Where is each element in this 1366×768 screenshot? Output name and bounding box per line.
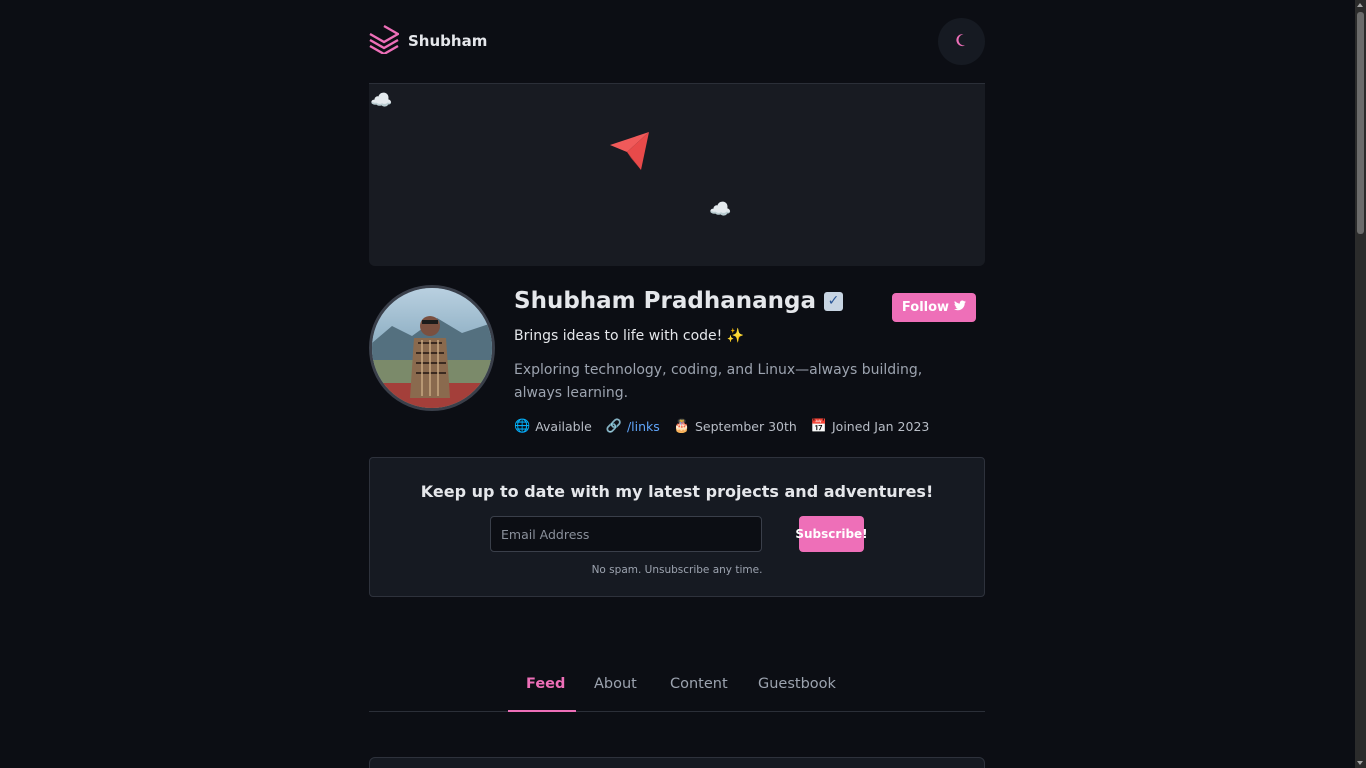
newsletter-title: Keep up to date with my latest projects … (420, 482, 934, 501)
meta-status: 🌐 Available (514, 419, 592, 434)
tab-about[interactable]: About (594, 676, 637, 708)
feed-card (369, 757, 985, 768)
meta-birthday: 🎂 September 30th (674, 419, 797, 434)
profile-avatar (369, 285, 495, 411)
newsletter-note: No spam. Unsubscribe any time. (591, 564, 763, 576)
scroll-up-icon[interactable] (1357, 3, 1363, 7)
moon-icon (954, 32, 970, 52)
follow-label: Follow (901, 300, 950, 315)
tab-feed[interactable]: Feed (526, 676, 565, 708)
profile-meta: 🌐 Available 🔗 /links 🎂 September 30th 📅 … (514, 419, 929, 434)
active-tab-indicator (508, 710, 576, 712)
tab-guestbook[interactable]: Guestbook (758, 676, 836, 708)
email-input[interactable] (490, 516, 762, 552)
meta-links[interactable]: 🔗 /links (606, 419, 660, 434)
cloud-icon: ☁️ (709, 199, 732, 220)
globe-icon: 🌐 (514, 419, 531, 434)
brand-link[interactable]: Shubham (369, 24, 487, 58)
cake-icon: 🎂 (673, 419, 690, 434)
meta-joined-text: Joined Jan 2023 (831, 419, 930, 434)
theme-toggle-button[interactable] (938, 18, 985, 65)
hero-banner: ☁️ ☁️ (369, 84, 985, 266)
calendar-icon: 📅 (810, 419, 827, 434)
meta-joined: 📅 Joined Jan 2023 (811, 419, 930, 434)
profile-bio: Exploring technology, coding, and Linux—… (514, 362, 923, 401)
tab-content[interactable]: Content (670, 676, 728, 708)
meta-status-text: Available (535, 419, 592, 434)
verified-check-icon: ✓ (823, 291, 843, 311)
subscribe-button[interactable]: Subscribe! (795, 516, 868, 552)
twitter-bird-icon (954, 300, 967, 315)
scrollbar-thumb[interactable] (1357, 12, 1364, 234)
page-scrollbar[interactable] (1355, 0, 1366, 768)
scroll-down-icon[interactable] (1357, 761, 1363, 765)
meta-birthday-text: September 30th (695, 419, 797, 434)
profile-tagline: Brings ideas to life with code! ✨ (514, 328, 745, 344)
follow-button[interactable]: Follow (892, 293, 976, 322)
link-icon: 🔗 (605, 419, 622, 434)
cloud-icon: ☁️ (370, 90, 393, 111)
profile-tabs: Feed About Content Guestbook (369, 660, 985, 712)
site-header: Shubham (369, 0, 985, 84)
links-link[interactable]: /links (627, 419, 660, 434)
brand-name: Shubham (408, 32, 488, 50)
profile-name-text: Shubham Pradhananga (514, 288, 816, 314)
page: Shubham ☁️ ☁️ Shubham Pradhananga ✓ Foll… (0, 0, 1366, 768)
paper-plane-icon (609, 130, 651, 176)
layers-logo-icon (369, 24, 401, 58)
profile-name: Shubham Pradhananga ✓ (514, 288, 843, 314)
newsletter-card: Keep up to date with my latest projects … (369, 457, 985, 597)
